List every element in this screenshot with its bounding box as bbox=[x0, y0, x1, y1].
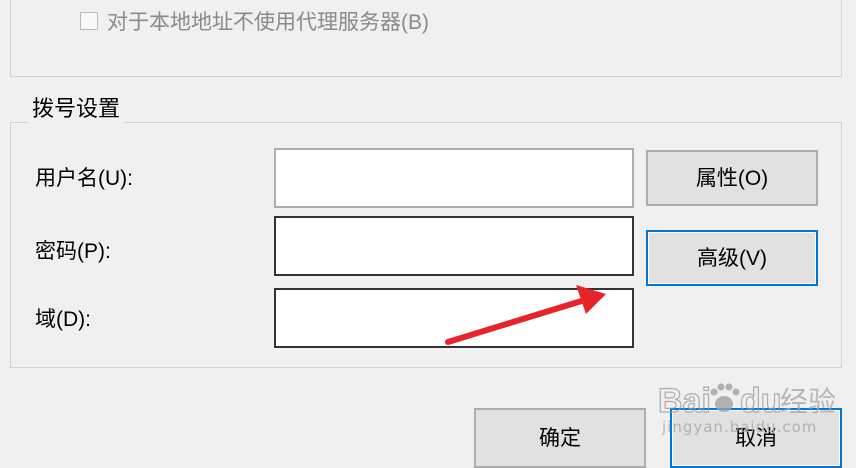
cancel-button[interactable]: 取消 bbox=[670, 408, 842, 468]
advanced-button[interactable]: 高级(V) bbox=[646, 230, 818, 286]
domain-label: 域(D): bbox=[35, 308, 91, 331]
bypass-local-label: 对于本地地址不使用代理服务器(B) bbox=[107, 11, 429, 34]
username-label: 用户名(U): bbox=[35, 167, 133, 190]
bypass-local-checkbox[interactable] bbox=[80, 12, 98, 30]
dial-settings-legend: 拨号设置 bbox=[28, 95, 125, 123]
password-label: 密码(P): bbox=[35, 240, 111, 263]
ok-button[interactable]: 确定 bbox=[474, 408, 646, 468]
domain-field[interactable] bbox=[274, 288, 634, 348]
properties-button[interactable]: 属性(O) bbox=[646, 150, 818, 206]
bypass-local-option[interactable]: 对于本地地址不使用代理服务器(B) bbox=[80, 6, 429, 36]
password-field[interactable] bbox=[274, 216, 634, 276]
username-field[interactable] bbox=[274, 148, 634, 208]
